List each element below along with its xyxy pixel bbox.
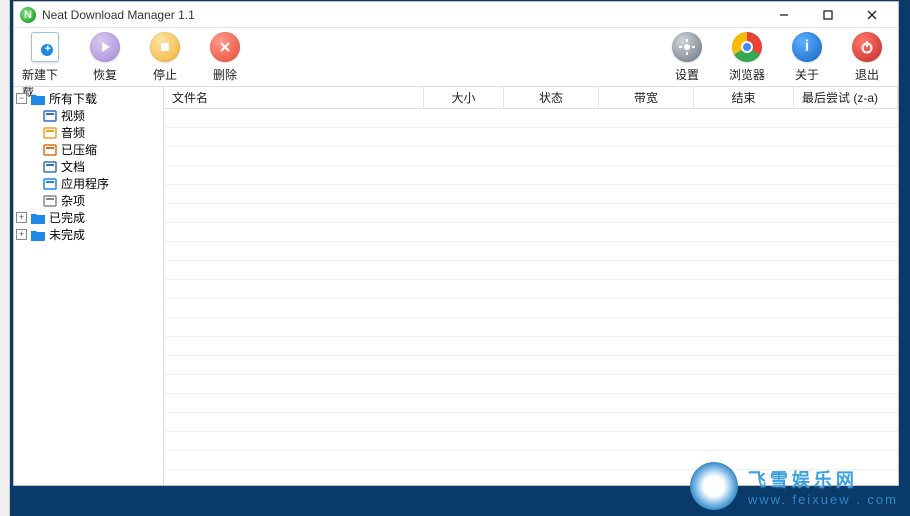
table-row[interactable] [164,356,898,375]
table-row[interactable] [164,280,898,299]
info-icon: i [792,32,822,62]
table-row[interactable] [164,375,898,394]
table-row[interactable] [164,432,898,451]
col-end[interactable]: 结束 [694,87,794,108]
table-row[interactable] [164,261,898,280]
category-tree[interactable]: − 所有下载 视频音频已压缩文档应用程序杂项 + 已完成 + 未完成 [14,87,164,485]
col-bandwidth[interactable]: 带宽 [599,87,694,108]
table-row[interactable] [164,242,898,261]
folder-icon [30,211,46,225]
toolbar: 新建下载 恢复 停止 删除 设置 [14,28,898,86]
watermark-url: www. feixuew . com [748,492,898,507]
tool-label: 关于 [795,66,819,83]
resume-button[interactable]: 恢复 [82,32,128,83]
list-body[interactable] [164,109,898,485]
table-row[interactable] [164,394,898,413]
col-size[interactable]: 大小 [424,87,504,108]
maximize-button[interactable] [806,3,850,27]
tool-label: 删除 [213,66,237,83]
watermark-title: 飞雪娱乐网 [748,466,898,492]
tool-label: 恢复 [93,66,117,83]
table-row[interactable] [164,147,898,166]
folder-open-icon [30,92,46,106]
collapse-icon[interactable]: − [16,93,27,104]
category-icon [42,160,58,174]
settings-button[interactable]: 设置 [664,32,710,83]
tool-label: 浏览器 [729,66,765,83]
delete-button[interactable]: 删除 [202,32,248,83]
play-icon [90,32,120,62]
tree-incomplete[interactable]: + 未完成 [16,226,161,243]
watermark: 飞雪娱乐网 www. feixuew . com [690,462,898,510]
file-add-icon [31,32,59,62]
titlebar: N Neat Download Manager 1.1 [14,2,898,28]
window-title: Neat Download Manager 1.1 [42,8,762,22]
col-last-attempt[interactable]: 最后尝试 (z-a) [794,87,898,108]
col-filename[interactable]: 文件名 [164,87,424,108]
tree-category[interactable]: 应用程序 [16,175,161,192]
tool-label: 设置 [675,66,699,83]
stop-button[interactable]: 停止 [142,32,188,83]
content: − 所有下载 视频音频已压缩文档应用程序杂项 + 已完成 + 未完成 文件名 大… [14,86,898,485]
close-button[interactable] [850,3,894,27]
col-status[interactable]: 状态 [504,87,599,108]
tree-category[interactable]: 视频 [16,107,161,124]
table-row[interactable] [164,223,898,242]
tool-label: 停止 [153,66,177,83]
chrome-icon [732,32,762,62]
tree-category[interactable]: 文档 [16,158,161,175]
minimize-button[interactable] [762,3,806,27]
about-button[interactable]: i 关于 [784,32,830,83]
tree-completed[interactable]: + 已完成 [16,209,161,226]
watermark-logo-icon [690,462,738,510]
category-icon [42,126,58,140]
category-icon [42,109,58,123]
category-icon [42,143,58,157]
delete-icon [210,32,240,62]
power-icon [852,32,882,62]
tool-label: 退出 [855,66,879,83]
folder-icon [30,228,46,242]
gear-icon [672,32,702,62]
expand-icon[interactable]: + [16,229,27,240]
table-row[interactable] [164,185,898,204]
table-row[interactable] [164,413,898,432]
stop-icon [150,32,180,62]
category-icon [42,194,58,208]
table-row[interactable] [164,299,898,318]
table-row[interactable] [164,337,898,356]
app-icon: N [20,7,36,23]
tree-category[interactable]: 音频 [16,124,161,141]
table-row[interactable] [164,166,898,185]
app-window: N Neat Download Manager 1.1 新建下载 恢复 停止 [13,1,899,486]
download-list: 文件名 大小 状态 带宽 结束 最后尝试 (z-a) [164,87,898,485]
table-row[interactable] [164,318,898,337]
table-row[interactable] [164,204,898,223]
category-icon [42,177,58,191]
table-row[interactable] [164,128,898,147]
tree-category[interactable]: 已压缩 [16,141,161,158]
exit-button[interactable]: 退出 [844,32,890,83]
tree-all-downloads[interactable]: − 所有下载 [16,90,161,107]
browser-button[interactable]: 浏览器 [724,32,770,83]
table-row[interactable] [164,109,898,128]
expand-icon[interactable]: + [16,212,27,223]
tree-category[interactable]: 杂项 [16,192,161,209]
list-header: 文件名 大小 状态 带宽 结束 最后尝试 (z-a) [164,87,898,109]
